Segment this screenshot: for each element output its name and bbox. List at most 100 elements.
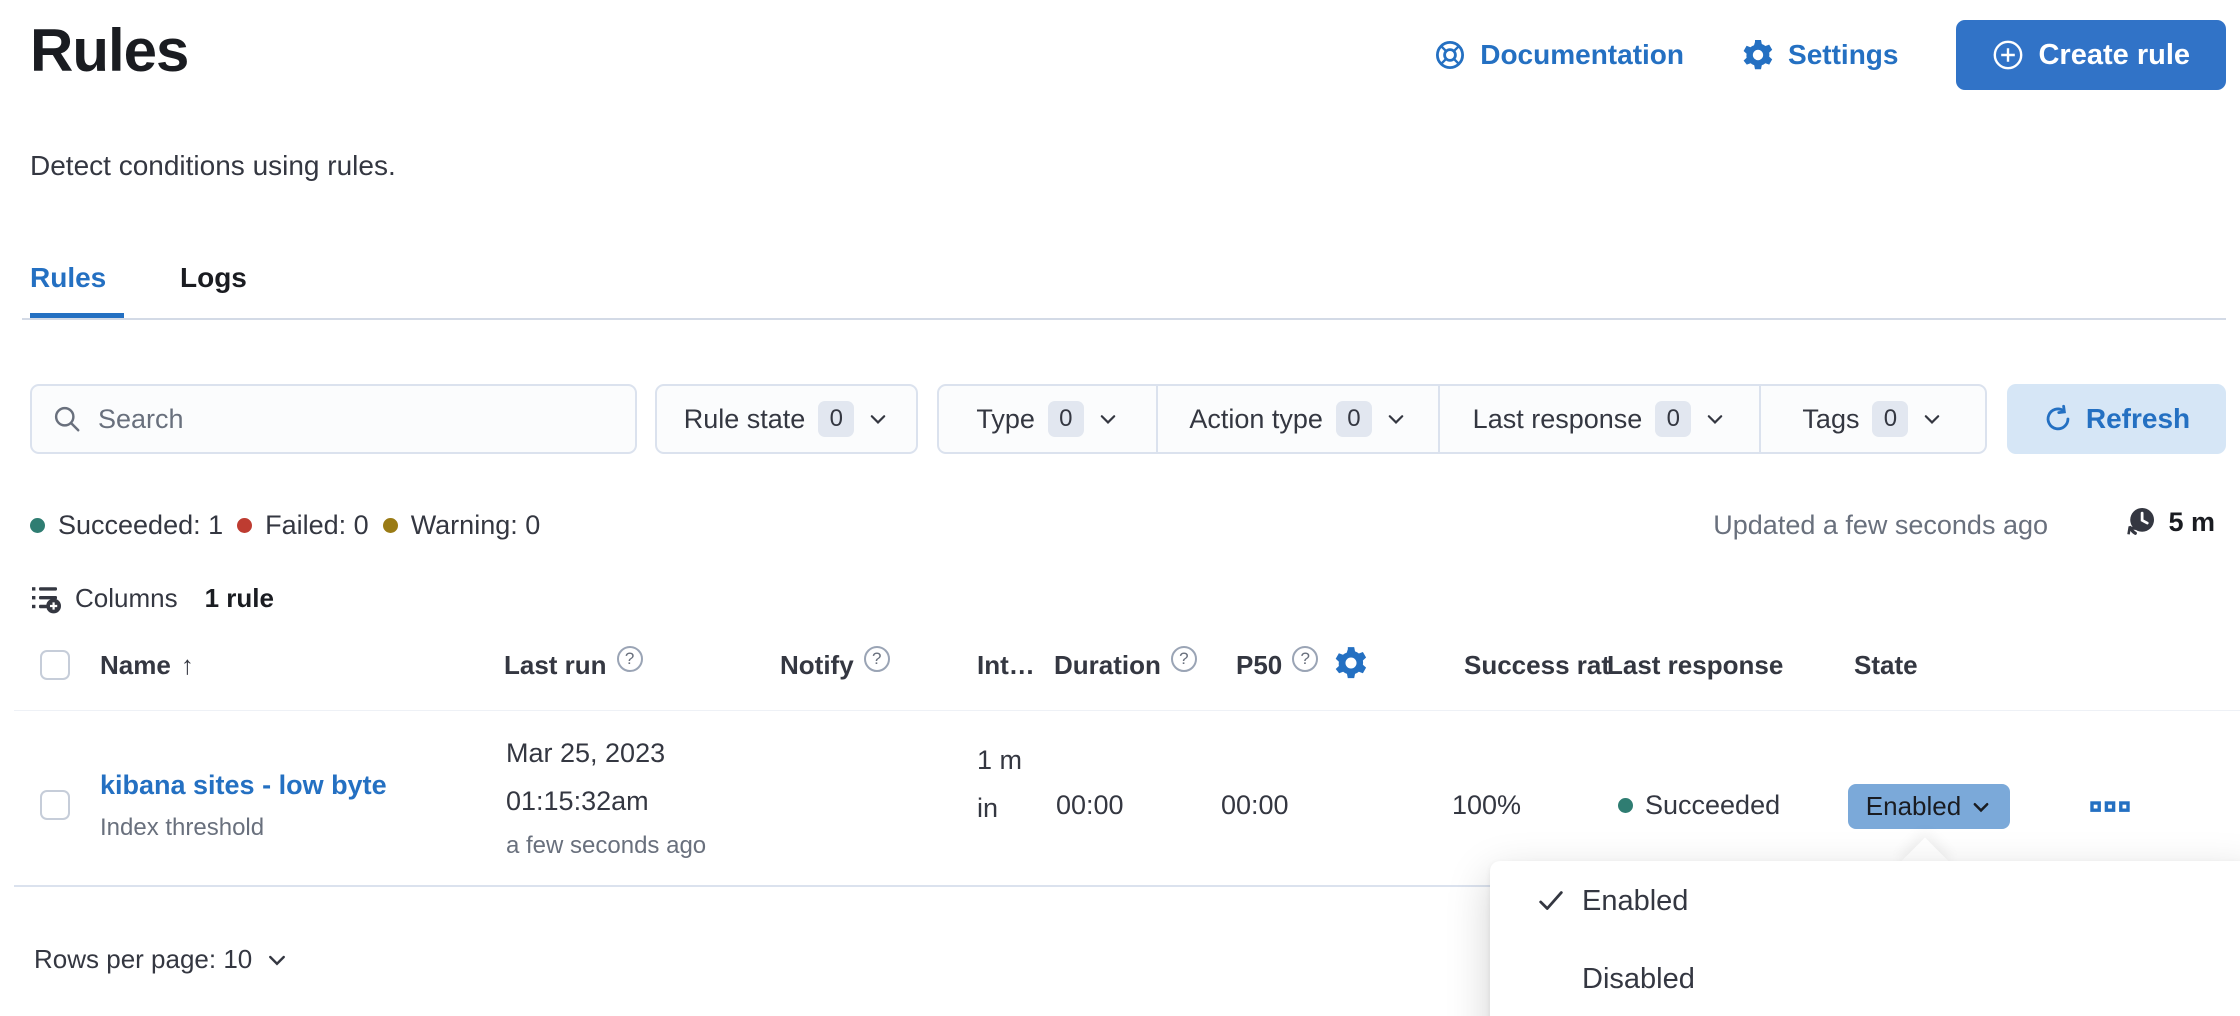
rows-per-page-button[interactable]: Rows per page: 10	[34, 944, 289, 975]
warning-dot-icon	[383, 518, 398, 533]
failed-label: Failed: 0	[265, 510, 369, 541]
documentation-label: Documentation	[1480, 39, 1684, 71]
column-header-success-ratio[interactable]: Success rat	[1464, 650, 1610, 681]
documentation-button[interactable]: Documentation	[1434, 39, 1684, 71]
column-header-duration[interactable]: Duration ?	[1054, 650, 1197, 681]
columns-label: Columns	[75, 583, 178, 614]
table-header: Name ↑ Last run ? Notify ? Int… Duration…	[0, 648, 2240, 688]
column-header-p50[interactable]: P50 ?	[1236, 650, 1368, 681]
tab-rules[interactable]: Rules	[30, 262, 106, 294]
column-settings-gear-icon[interactable]	[1334, 646, 1368, 680]
filter-tags-count: 0	[1872, 401, 1908, 437]
failed-dot-icon	[237, 518, 252, 533]
column-header-last-run[interactable]: Last run ?	[504, 650, 643, 681]
column-header-state[interactable]: State	[1854, 650, 1918, 681]
create-rule-label: Create rule	[2038, 39, 2190, 72]
create-rule-button[interactable]: Create rule	[1956, 20, 2226, 90]
last-run-time: 01:15:32am	[506, 786, 649, 817]
last-response-label: Succeeded	[1645, 790, 1780, 821]
filter-action-type-label: Action type	[1189, 404, 1323, 435]
state-dropdown-badge[interactable]: Enabled	[1848, 784, 2010, 829]
duration-value: 00:00	[1056, 790, 1124, 821]
rule-count: 1 rule	[205, 583, 274, 614]
filter-last-response-count: 0	[1655, 401, 1691, 437]
column-header-last-response[interactable]: Last response	[1607, 650, 1783, 681]
rule-name-link[interactable]: kibana sites - low byte	[100, 770, 387, 801]
filter-type-label: Type	[976, 404, 1035, 435]
select-all-checkbox[interactable]	[40, 650, 70, 680]
last-response-value: Succeeded	[1618, 790, 1780, 821]
tab-logs[interactable]: Logs	[180, 262, 247, 294]
documentation-icon	[1434, 39, 1466, 71]
succeeded-dot-icon	[30, 518, 45, 533]
filter-type-count: 0	[1048, 401, 1084, 437]
chevron-down-icon	[1385, 408, 1407, 430]
filter-rule-state: Rule state 0	[655, 384, 918, 454]
filter-bar: Rule state 0 Type 0 Action type 0	[0, 384, 2240, 454]
state-label: Enabled	[1866, 791, 1961, 822]
popover-option-disabled-label: Disabled	[1582, 963, 1695, 996]
filter-last-response-label: Last response	[1473, 404, 1643, 435]
interval-value: 1 min	[977, 736, 1027, 832]
column-header-notify[interactable]: Notify ?	[780, 650, 890, 681]
succeeded-dot-icon	[1618, 798, 1633, 813]
refresh-interval-label: 5 m	[2168, 507, 2215, 538]
search-box	[30, 384, 637, 454]
chevron-down-icon	[1970, 796, 1992, 818]
boxes-horizontal-icon	[2090, 794, 2130, 820]
filter-last-response[interactable]: Last response 0	[1440, 386, 1761, 452]
gear-icon	[1742, 39, 1774, 71]
filter-rule-state-count: 0	[818, 401, 854, 437]
row-checkbox[interactable]	[40, 790, 70, 820]
row-actions-button[interactable]	[2090, 794, 2130, 823]
status-failed[interactable]: Failed: 0	[237, 510, 369, 541]
popover-option-disabled[interactable]: Disabled	[1490, 947, 2240, 1011]
filter-tags[interactable]: Tags 0	[1761, 386, 1985, 452]
popover-option-enabled[interactable]: Enabled	[1490, 869, 2240, 933]
columns-button[interactable]: Columns	[30, 582, 178, 614]
tabs-divider	[22, 318, 2226, 320]
succeeded-label: Succeeded: 1	[58, 510, 223, 541]
last-run-date: Mar 25, 2023	[506, 738, 665, 769]
status-succeeded[interactable]: Succeeded: 1	[30, 510, 223, 541]
run-status-summary: Succeeded: 1 Failed: 0 Warning: 0	[30, 508, 540, 542]
chevron-down-icon	[1921, 408, 1943, 430]
warning-label: Warning: 0	[411, 510, 541, 541]
rule-type: Index threshold	[100, 814, 264, 842]
help-icon[interactable]: ?	[1292, 646, 1318, 672]
settings-label: Settings	[1788, 39, 1898, 71]
column-header-name[interactable]: Name ↑	[100, 650, 194, 681]
filter-type[interactable]: Type 0	[939, 386, 1158, 452]
help-icon[interactable]: ?	[1171, 646, 1197, 672]
search-icon	[52, 404, 82, 434]
filter-group: Type 0 Action type 0 Last response 0	[937, 384, 1987, 454]
plus-circle-icon	[1992, 39, 2024, 71]
help-icon[interactable]: ?	[617, 646, 643, 672]
refresh-button[interactable]: Refresh	[2007, 384, 2226, 454]
chevron-down-icon	[1097, 408, 1119, 430]
filter-action-type[interactable]: Action type 0	[1158, 386, 1440, 452]
column-header-interval[interactable]: Int…	[977, 650, 1035, 681]
page-subtitle: Detect conditions using rules.	[30, 150, 396, 182]
chevron-down-icon	[265, 948, 289, 972]
rules-page: Rules Documentation Settings	[0, 0, 2240, 1016]
settings-button[interactable]: Settings	[1742, 39, 1898, 71]
chevron-down-icon	[1704, 408, 1726, 430]
filter-action-type-count: 0	[1336, 401, 1372, 437]
last-run-relative: a few seconds ago	[506, 832, 706, 860]
sort-ascending-icon: ↑	[181, 650, 194, 681]
filter-rule-state-button[interactable]: Rule state 0	[657, 386, 916, 452]
chevron-down-icon	[867, 408, 889, 430]
header-actions: Documentation Settings Create rule	[1434, 20, 2226, 90]
timer-refresh-icon	[2123, 505, 2157, 539]
refresh-interval-button[interactable]: 5 m	[2123, 505, 2215, 539]
page-title: Rules	[30, 16, 188, 85]
help-icon[interactable]: ?	[864, 646, 890, 672]
refresh-label: Refresh	[2086, 403, 2190, 435]
check-icon	[1536, 886, 1566, 916]
filter-tags-label: Tags	[1802, 404, 1859, 435]
status-warning[interactable]: Warning: 0	[383, 510, 541, 541]
search-input[interactable]	[98, 404, 615, 435]
table-toolbar: Columns 1 rule	[30, 580, 274, 616]
filter-rule-state-label: Rule state	[684, 404, 806, 435]
